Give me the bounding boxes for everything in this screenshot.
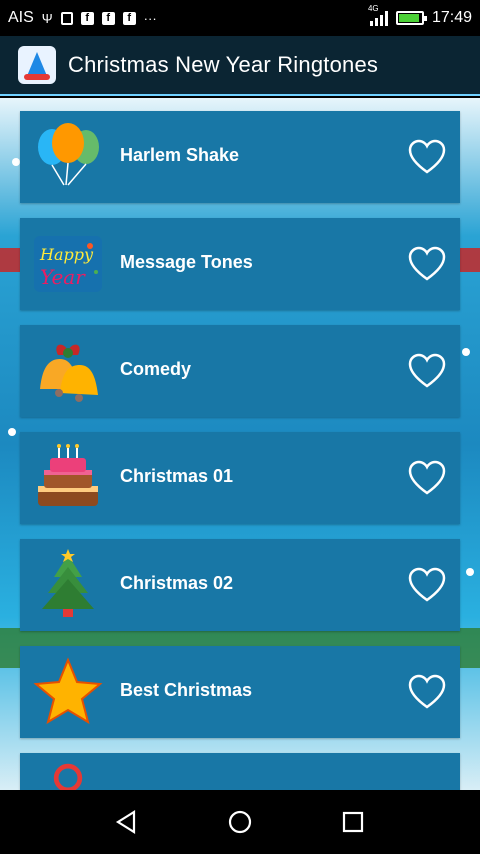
lifebuoy-icon	[53, 763, 83, 790]
list-item-label: Harlem Shake	[120, 145, 240, 165]
snowflake-icon	[8, 428, 16, 436]
back-icon	[115, 810, 135, 834]
home-icon	[228, 810, 252, 834]
network-type: 4G	[367, 4, 379, 13]
signal-icon: 4G	[368, 4, 388, 26]
list-item[interactable]	[20, 753, 460, 790]
list-item[interactable]: Best Christmas	[20, 646, 460, 738]
favorite-heart-icon[interactable]	[408, 567, 446, 603]
list-item-label: Message Tones	[120, 252, 253, 272]
list-item[interactable]: Harlem Shake	[20, 111, 460, 203]
snowflake-icon	[462, 348, 470, 356]
list-item[interactable]: Happy Year Message Tones	[20, 218, 460, 310]
ringtone-list-area[interactable]: Harlem Shake Happy Year Message Tones Co…	[0, 98, 480, 790]
status-bar: AIS Ψ f f f ··· 4G 17:49	[0, 0, 480, 36]
usb-icon: Ψ	[41, 10, 53, 26]
christmas-tree-icon	[42, 549, 94, 617]
more-notifications-icon: ···	[143, 10, 157, 26]
list-item[interactable]: Christmas 01	[20, 432, 460, 524]
snowflake-icon	[12, 158, 20, 166]
clock: 17:49	[431, 9, 472, 26]
balloons-icon	[38, 123, 99, 186]
list-item-label: Comedy	[120, 359, 192, 379]
facebook-icon: f	[101, 11, 115, 25]
facebook-icon: f	[122, 11, 136, 25]
svg-text:Year: Year	[40, 265, 86, 289]
happy-new-year-icon: Happy Year	[34, 236, 102, 292]
carrier-label: AIS	[8, 9, 34, 26]
recents-button[interactable]	[333, 802, 373, 842]
list-item[interactable]: Christmas 02	[20, 539, 460, 631]
favorite-heart-icon[interactable]	[408, 246, 446, 282]
battery-icon	[395, 11, 427, 25]
star-icon	[33, 657, 103, 725]
favorite-heart-icon[interactable]	[408, 674, 446, 710]
home-button[interactable]	[220, 802, 260, 842]
ringtone-list: Harlem Shake Happy Year Message Tones Co…	[20, 111, 460, 790]
system-navigation-bar	[0, 790, 480, 854]
app-bar: Christmas New Year Ringtones	[0, 36, 480, 96]
list-item[interactable]: Comedy	[20, 325, 460, 417]
list-item-label: Christmas 02	[120, 573, 234, 593]
app-logo-icon	[18, 46, 56, 84]
snowflake-icon	[466, 568, 474, 576]
favorite-heart-icon[interactable]	[408, 139, 446, 175]
app-title: Christmas New Year Ringtones	[68, 52, 379, 77]
notification-icon	[60, 11, 73, 25]
back-button[interactable]	[107, 802, 147, 842]
favorite-heart-icon[interactable]	[408, 460, 446, 496]
favorite-heart-icon[interactable]	[408, 353, 446, 389]
list-item-label: Best Christmas	[120, 680, 253, 700]
cake-icon	[38, 444, 98, 506]
facebook-icon: f	[80, 11, 94, 25]
list-item-label: Christmas 01	[120, 466, 234, 486]
recents-icon	[343, 811, 364, 833]
svg-text:Happy: Happy	[39, 245, 94, 264]
bells-icon	[40, 344, 98, 402]
